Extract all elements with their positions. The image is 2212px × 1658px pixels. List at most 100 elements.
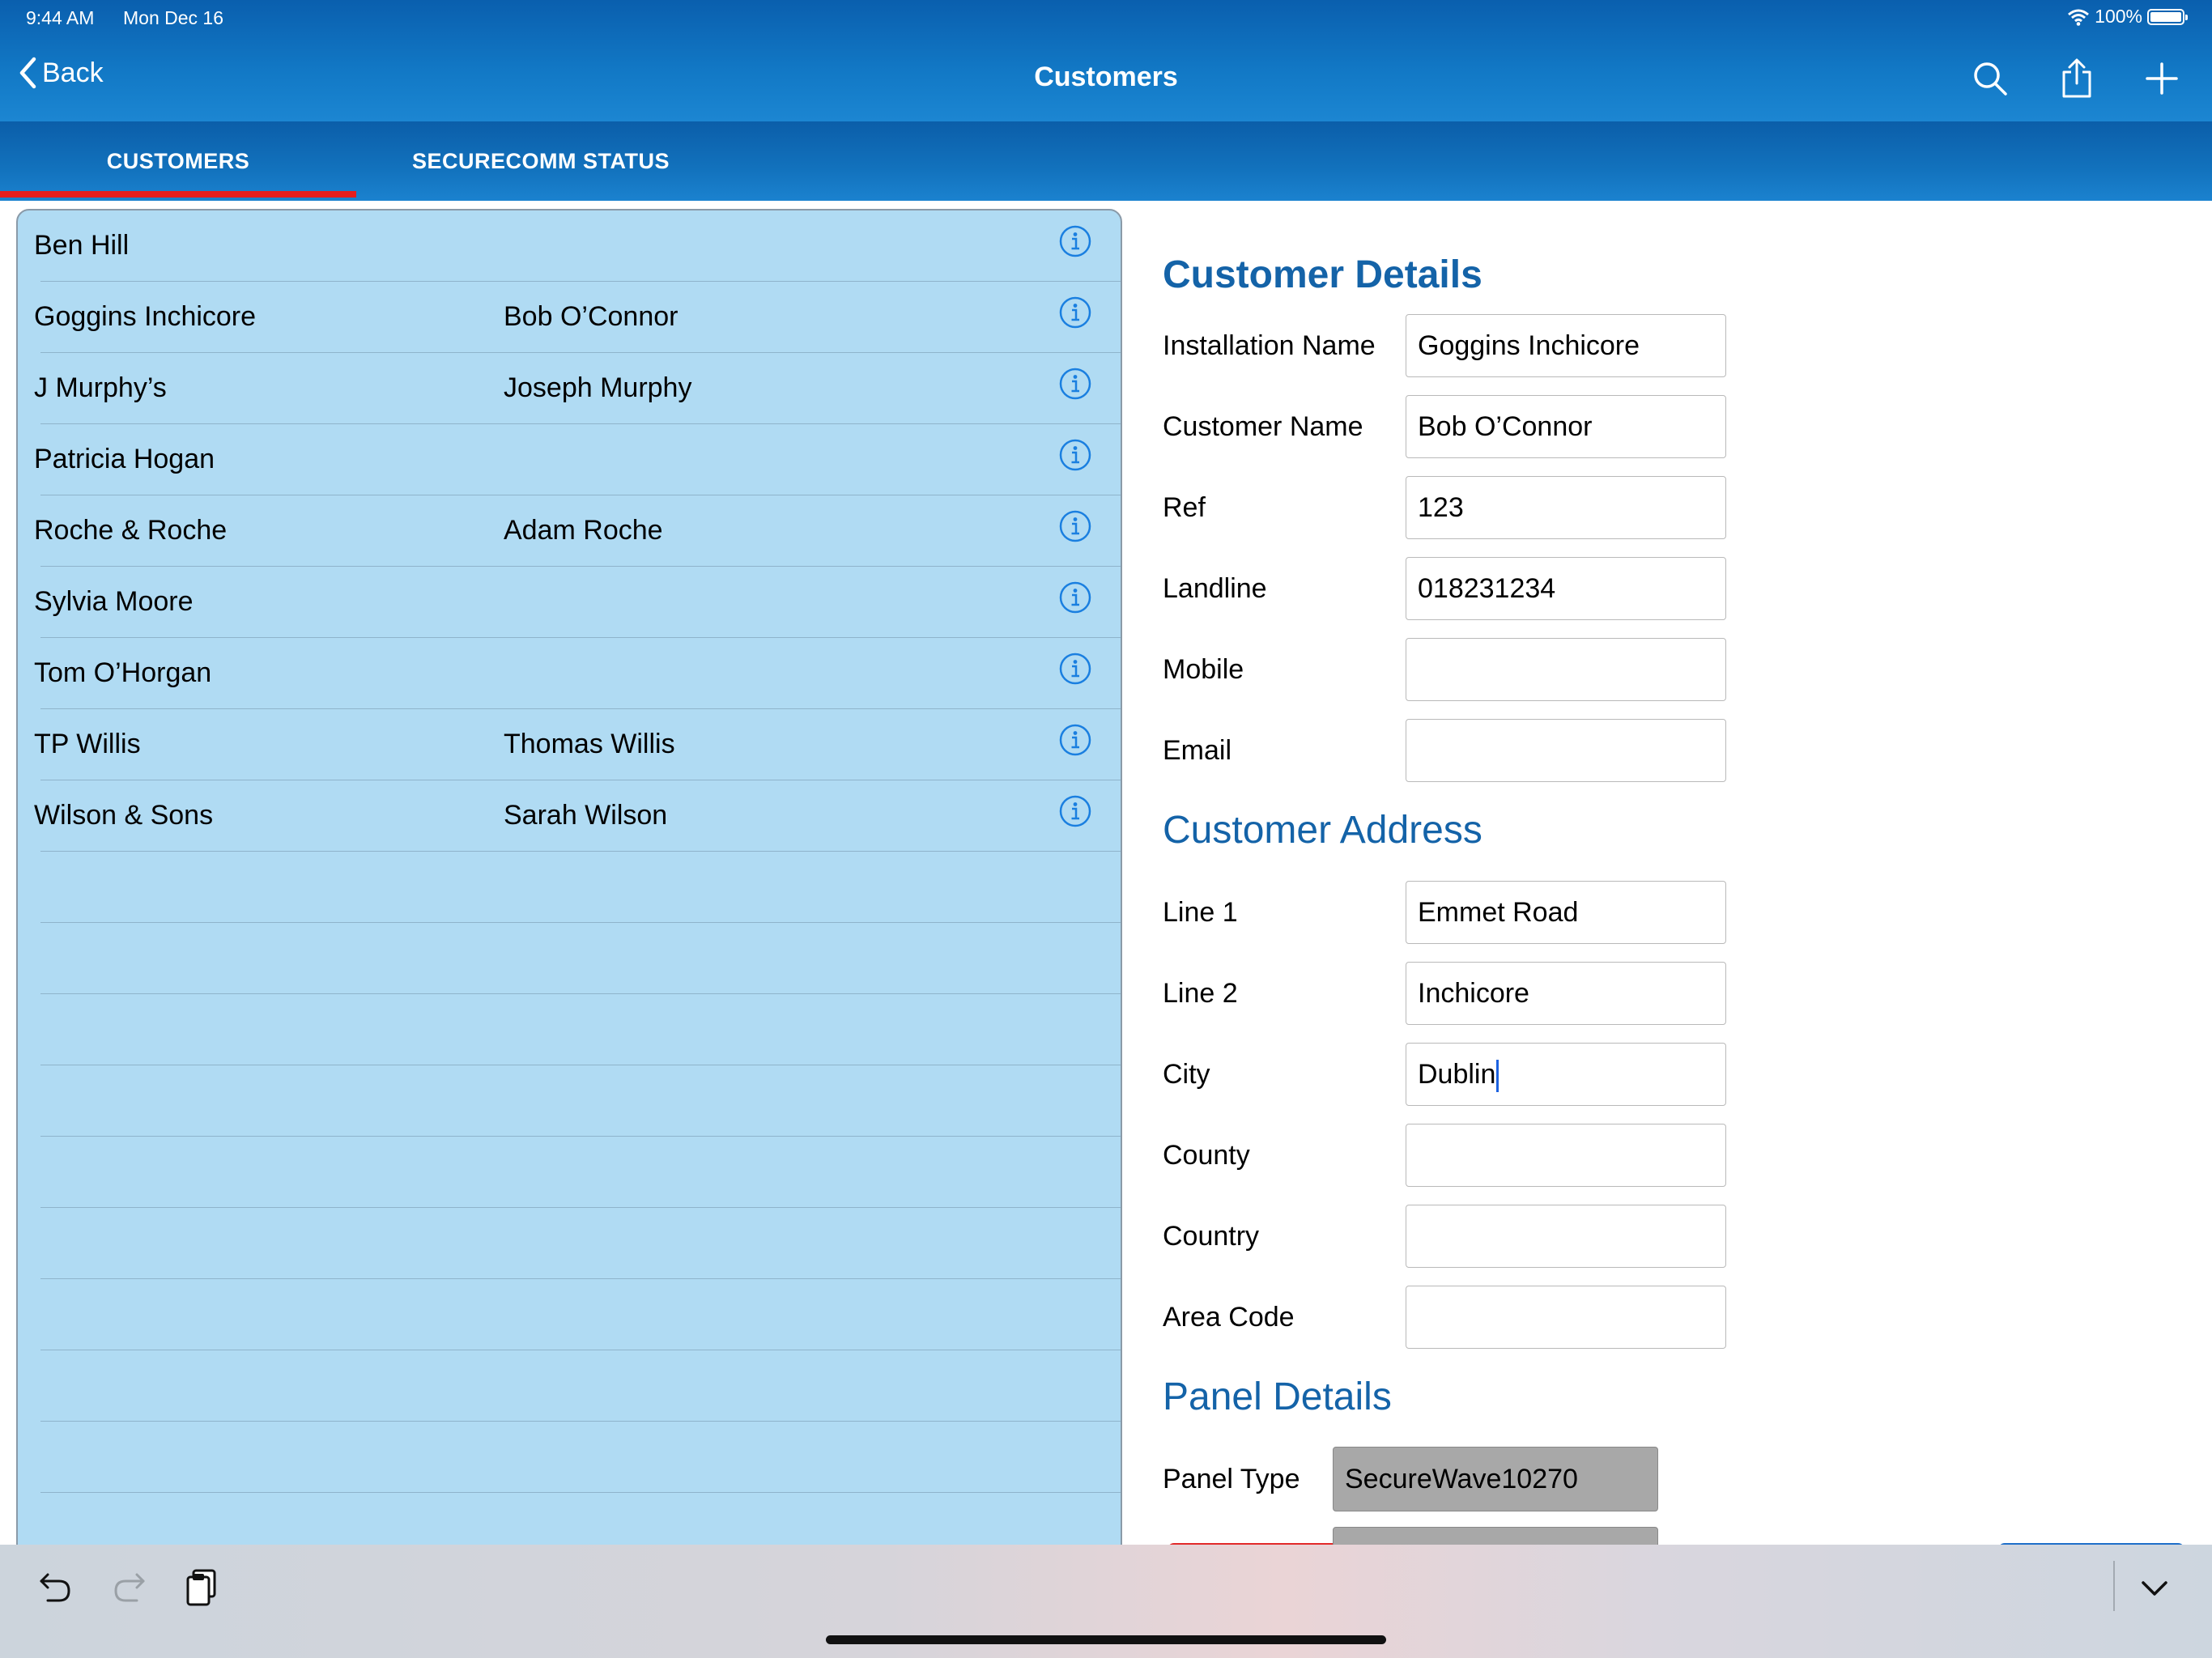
customer-name-label: Customer Name xyxy=(1163,411,1363,442)
info-icon[interactable] xyxy=(1059,439,1091,471)
tab-securecomm-status[interactable]: SECURECOMM STATUS xyxy=(363,121,719,201)
customer-detail-form: Customer Details Installation Name Goggi… xyxy=(1122,201,2212,1545)
customer-name-field[interactable]: Bob O’Connor xyxy=(1406,395,1726,458)
info-icon[interactable] xyxy=(1059,225,1091,257)
status-bar: 9:44 AM Mon Dec 16 100% xyxy=(0,0,2212,39)
info-icon[interactable] xyxy=(1059,296,1091,329)
search-button[interactable] xyxy=(1968,57,2012,100)
landline-label: Landline xyxy=(1163,573,1267,604)
customer-name: Sylvia Moore xyxy=(34,586,194,617)
undo-icon xyxy=(40,1573,70,1602)
customer-row[interactable]: Goggins Inchicore Bob O’Connor xyxy=(18,282,1121,353)
installation-name-field[interactable]: Goggins Inchicore xyxy=(1406,314,1726,377)
email-field[interactable] xyxy=(1406,719,1726,782)
search-icon xyxy=(1974,62,2007,96)
paste-button[interactable] xyxy=(175,1561,228,1614)
county-label: County xyxy=(1163,1140,1250,1171)
customer-name: Ben Hill xyxy=(34,230,130,261)
line1-label: Line 1 xyxy=(1163,897,1238,928)
battery-percent: 100% xyxy=(2095,6,2142,27)
tab-customers[interactable]: CUSTOMERS xyxy=(0,121,356,201)
customer-row[interactable]: TP Willis Thomas Willis xyxy=(18,709,1121,780)
plus-icon xyxy=(2146,62,2178,95)
customer-row[interactable]: Sylvia Moore xyxy=(18,567,1121,638)
wifi-icon xyxy=(2068,9,2090,26)
customer-row[interactable]: Roche & Roche Adam Roche xyxy=(18,495,1121,567)
customer-contact: Joseph Murphy xyxy=(504,372,692,403)
ref-label: Ref xyxy=(1163,492,1206,523)
customer-name: Roche & Roche xyxy=(34,515,228,546)
customer-row[interactable]: J Murphy’s Joseph Murphy xyxy=(18,353,1121,424)
tab-selected-indicator xyxy=(0,191,356,198)
page-title: Customers xyxy=(1034,62,1178,92)
customer-name: Tom O’Horgan xyxy=(34,657,212,688)
customer-address-heading: Customer Address xyxy=(1163,809,1482,852)
line2-label: Line 2 xyxy=(1163,978,1238,1009)
panel-type-label: Panel Type xyxy=(1163,1464,1300,1494)
customer-list: Ben Hill Goggins Inchicore Bob O’Connor … xyxy=(16,209,1122,1553)
dismiss-keyboard-button[interactable] xyxy=(2128,1561,2181,1614)
panel-details-heading: Panel Details xyxy=(1163,1375,1392,1418)
navigation-bar: 9:44 AM Mon Dec 16 100% Back Customers xyxy=(0,0,2212,121)
customer-contact: Adam Roche xyxy=(504,515,663,546)
customer-name: Wilson & Sons xyxy=(34,800,214,831)
battery-icon xyxy=(2147,8,2188,25)
customer-row[interactable]: Tom O’Horgan xyxy=(18,638,1121,709)
customer-row[interactable]: Wilson & Sons Sarah Wilson xyxy=(18,780,1121,852)
clipboard-icon xyxy=(186,1569,216,1606)
ref-field[interactable]: 123 xyxy=(1406,476,1726,539)
customer-details-heading: Customer Details xyxy=(1163,253,1482,296)
county-field[interactable] xyxy=(1406,1124,1726,1187)
customer-contact: Sarah Wilson xyxy=(504,800,668,831)
redo-icon xyxy=(114,1573,145,1602)
partial-select-field[interactable] xyxy=(1333,1527,1658,1545)
city-value: Dublin xyxy=(1418,1059,1496,1090)
info-icon[interactable] xyxy=(1059,368,1091,400)
info-icon[interactable] xyxy=(1059,795,1091,827)
customer-name: Patricia Hogan xyxy=(34,444,215,474)
installation-name-label: Installation Name xyxy=(1163,330,1376,361)
status-date: Mon Dec 16 xyxy=(123,7,224,28)
empty-row xyxy=(18,994,1121,1065)
empty-row xyxy=(18,923,1121,994)
customer-name: Goggins Inchicore xyxy=(34,301,257,332)
status-indicators: 100% xyxy=(2067,6,2188,28)
city-field[interactable]: Dublin xyxy=(1406,1043,1726,1106)
customer-name: TP Willis xyxy=(34,729,141,759)
empty-row xyxy=(18,1350,1121,1422)
email-label: Email xyxy=(1163,735,1232,766)
landline-field[interactable]: 018231234 xyxy=(1406,557,1726,620)
info-icon[interactable] xyxy=(1059,510,1091,542)
share-button[interactable] xyxy=(2055,57,2099,100)
mobile-label: Mobile xyxy=(1163,654,1244,685)
toolbar-divider xyxy=(2113,1561,2115,1611)
customer-name: J Murphy’s xyxy=(34,372,167,403)
empty-row xyxy=(18,1065,1121,1137)
text-cursor xyxy=(1496,1060,1499,1093)
mobile-field[interactable] xyxy=(1406,638,1726,701)
line2-field[interactable]: Inchicore xyxy=(1406,962,1726,1025)
area-code-field[interactable] xyxy=(1406,1286,1726,1349)
empty-row xyxy=(18,1279,1121,1350)
redo-button[interactable] xyxy=(102,1561,155,1614)
info-icon[interactable] xyxy=(1059,581,1091,614)
customer-row[interactable]: Ben Hill xyxy=(18,210,1121,282)
customer-contact: Bob O’Connor xyxy=(504,301,678,332)
panel-type-select[interactable]: SecureWave10270 xyxy=(1333,1447,1658,1511)
chevron-down-icon xyxy=(2142,1581,2167,1596)
home-indicator[interactable] xyxy=(826,1635,1386,1644)
empty-row xyxy=(18,1493,1121,1551)
country-label: Country xyxy=(1163,1221,1260,1252)
status-time: 9:44 AM xyxy=(26,7,95,28)
info-icon[interactable] xyxy=(1059,653,1091,685)
country-field[interactable] xyxy=(1406,1205,1726,1268)
city-label: City xyxy=(1163,1059,1210,1090)
undo-button[interactable] xyxy=(29,1561,83,1614)
info-icon[interactable] xyxy=(1059,724,1091,756)
customer-row[interactable]: Patricia Hogan xyxy=(18,424,1121,495)
customer-contact: Thomas Willis xyxy=(504,729,675,759)
empty-row xyxy=(18,1208,1121,1279)
add-button[interactable] xyxy=(2140,57,2184,100)
share-icon xyxy=(2062,58,2091,98)
line1-field[interactable]: Emmet Road xyxy=(1406,881,1726,944)
